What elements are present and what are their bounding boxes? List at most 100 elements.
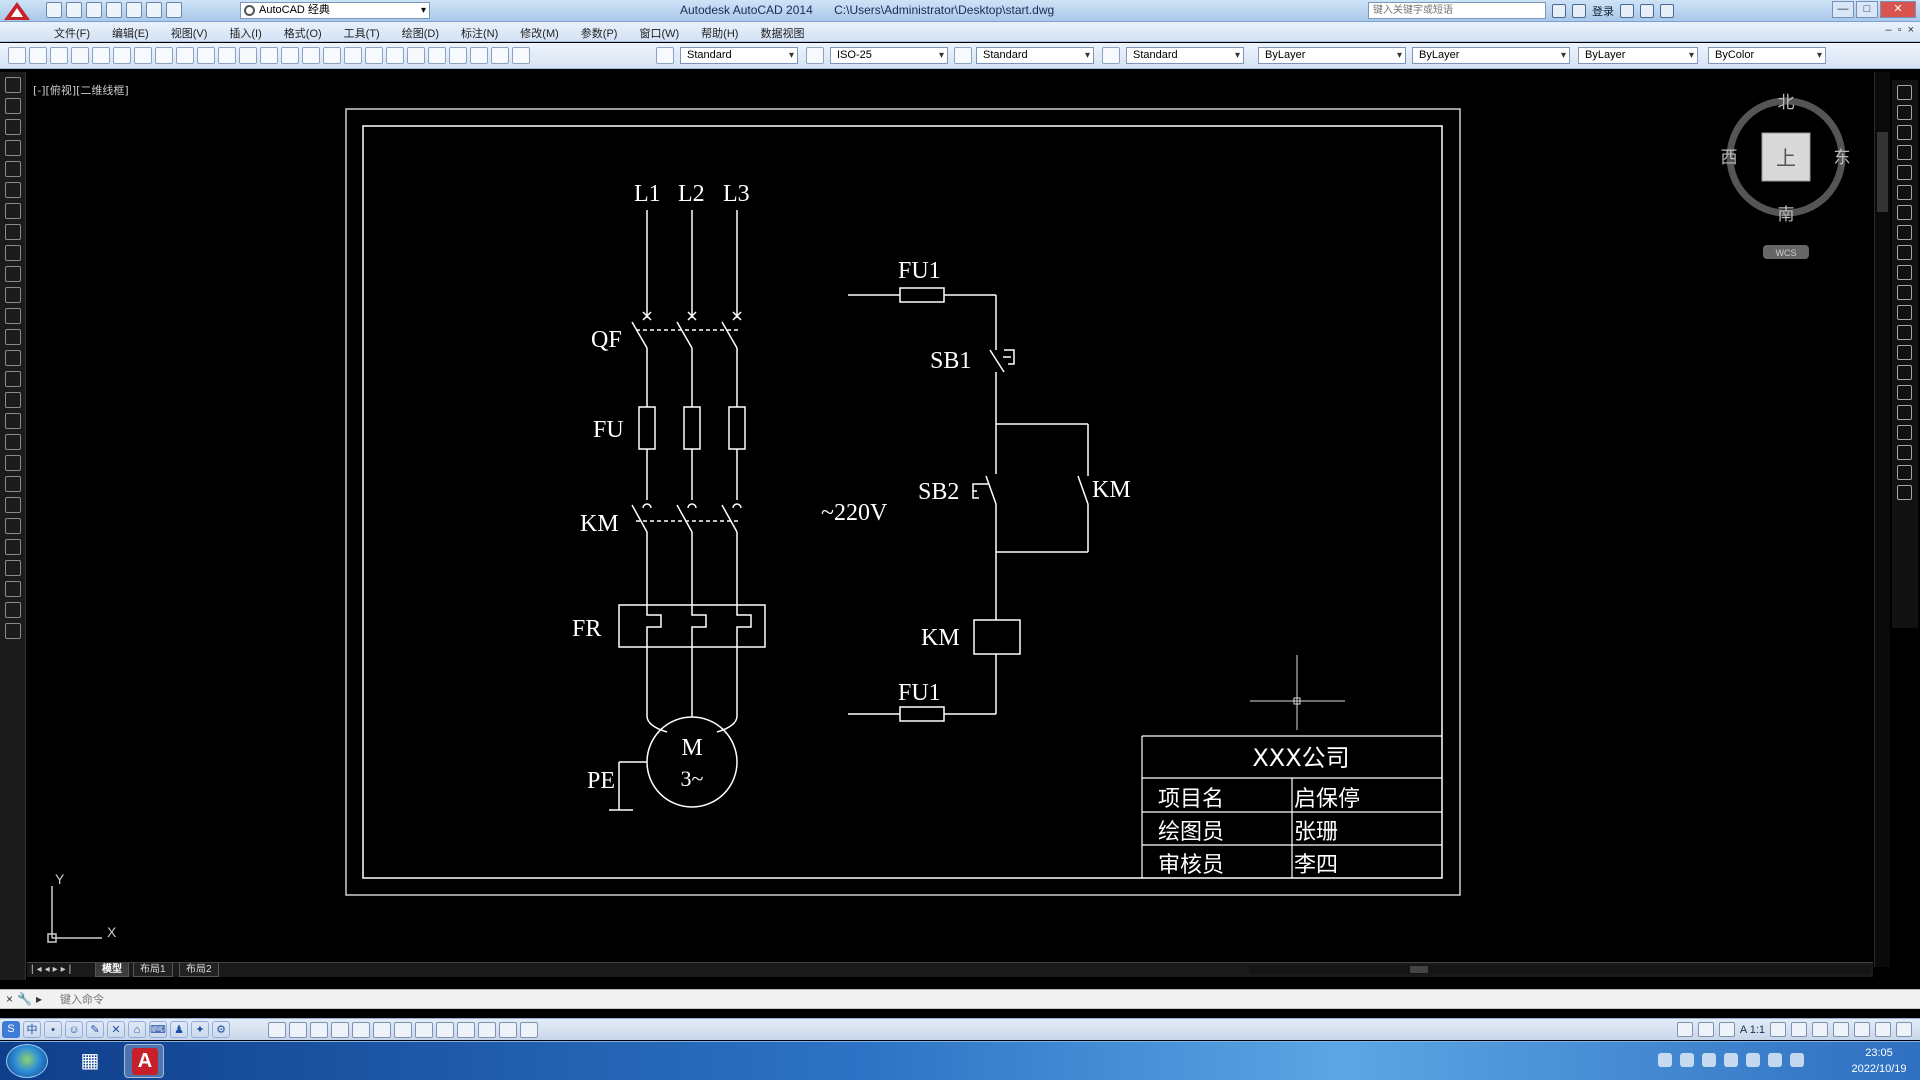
apps-grid-icon[interactable]: ▦ <box>76 1048 104 1074</box>
linetype-dropdown[interactable]: ByLayer <box>1412 47 1570 64</box>
zoom-previous-icon[interactable] <box>365 47 383 64</box>
lock-icon[interactable] <box>1833 1022 1849 1037</box>
doc-close-button[interactable]: × <box>1908 24 1914 36</box>
horizontal-scrollbar-thumb[interactable] <box>1410 966 1428 973</box>
viewcube[interactable]: 上 北 南 东 西 WCS <box>1721 93 1851 259</box>
zoom-realtime-icon[interactable] <box>323 47 341 64</box>
hatch-icon[interactable] <box>5 371 21 387</box>
menu-view[interactable]: 视图(V) <box>171 25 208 41</box>
rectangle-icon[interactable] <box>5 161 21 177</box>
table-icon[interactable] <box>5 434 21 450</box>
explode-icon[interactable] <box>1897 425 1912 440</box>
viewport-controls-label[interactable]: [-][俯视][二维线框] <box>33 82 129 98</box>
qnew-icon[interactable] <box>8 47 26 64</box>
array-right-icon[interactable] <box>1897 165 1912 180</box>
trim-icon[interactable] <box>1897 265 1912 280</box>
quick-view-layouts-icon[interactable] <box>1697 1022 1714 1037</box>
scale-icon[interactable] <box>1897 225 1912 240</box>
offset-right-icon[interactable] <box>1897 145 1912 160</box>
arc-icon[interactable] <box>5 182 21 198</box>
open-icon[interactable] <box>29 47 47 64</box>
start-button[interactable] <box>6 1044 48 1078</box>
open-file-icon[interactable] <box>66 2 82 18</box>
blend-curves-icon[interactable] <box>1897 405 1912 420</box>
fillet-icon[interactable] <box>1897 385 1912 400</box>
horizontal-scrollbar[interactable] <box>1250 965 1870 974</box>
draworder-icon[interactable] <box>1897 445 1912 460</box>
quick-view-drawings-icon[interactable] <box>1718 1022 1735 1037</box>
array-icon[interactable] <box>5 581 21 597</box>
dim-aligned-icon[interactable] <box>1897 485 1912 500</box>
mirror-icon[interactable] <box>5 539 21 555</box>
break-icon[interactable] <box>1897 325 1912 340</box>
copy-object-icon[interactable] <box>5 518 21 534</box>
isolate-objects-icon[interactable] <box>1875 1022 1891 1037</box>
annotation-visibility-icon[interactable] <box>1770 1022 1786 1037</box>
model-space-icon[interactable] <box>1676 1022 1693 1037</box>
object-snap-toggle[interactable] <box>352 1022 370 1038</box>
doc-minimize-button[interactable]: – <box>1886 24 1892 36</box>
selection-cycling-toggle[interactable] <box>520 1022 538 1038</box>
help-search-input[interactable] <box>1368 2 1546 19</box>
menu-help[interactable]: 帮助(H) <box>701 25 738 41</box>
tray-app-icon[interactable] <box>1768 1053 1782 1067</box>
tray-network-icon[interactable] <box>1790 1053 1804 1067</box>
annotation-scale[interactable]: A 1:1 <box>1740 1024 1765 1036</box>
properties-icon[interactable] <box>386 47 404 64</box>
match-properties-icon[interactable] <box>218 47 236 64</box>
dim-style-dropdown[interactable]: ISO-25 <box>830 47 948 64</box>
region-icon[interactable] <box>5 413 21 429</box>
dim-linear-icon[interactable] <box>1897 465 1912 480</box>
zoom-window-icon[interactable] <box>344 47 362 64</box>
tab-layout1[interactable]: 布局1 <box>133 963 173 977</box>
viewcube-west[interactable]: 西 <box>1721 148 1738 168</box>
save-as-icon[interactable] <box>106 2 122 18</box>
table-style-dropdown[interactable]: Standard <box>976 47 1094 64</box>
auto-scale-icon[interactable] <box>1791 1022 1807 1037</box>
tray-ime-icon[interactable] <box>1658 1053 1672 1067</box>
binoculars-icon[interactable] <box>1552 4 1566 18</box>
redo-toolbar-icon[interactable] <box>281 47 299 64</box>
extend-icon[interactable] <box>1897 285 1912 300</box>
polyline-icon[interactable] <box>5 119 21 135</box>
new-file-icon[interactable] <box>46 2 62 18</box>
sign-in-link[interactable]: 登录 <box>1592 3 1614 19</box>
print-icon[interactable] <box>71 47 89 64</box>
point-icon[interactable] <box>5 350 21 366</box>
quick-properties-toggle[interactable] <box>499 1022 517 1038</box>
multileader-style-dropdown[interactable]: Standard <box>1126 47 1244 64</box>
user-icon[interactable] <box>1572 4 1586 18</box>
maximize-button[interactable]: □ <box>1856 1 1878 18</box>
revision-cloud-icon[interactable] <box>5 224 21 240</box>
plot-preview-icon[interactable] <box>92 47 110 64</box>
a360-icon[interactable] <box>1640 4 1654 18</box>
table-style-icon[interactable] <box>954 47 972 64</box>
spline-icon[interactable] <box>5 245 21 261</box>
insert-block-icon[interactable] <box>5 308 21 324</box>
viewcube-south[interactable]: 南 <box>1778 205 1795 225</box>
undo-icon[interactable] <box>146 2 162 18</box>
menu-edit[interactable]: 编辑(E) <box>112 25 149 41</box>
markup-icon[interactable] <box>470 47 488 64</box>
exchange-icon[interactable] <box>1620 4 1634 18</box>
copy-right-icon[interactable] <box>1897 105 1912 120</box>
sheet-set-icon[interactable] <box>449 47 467 64</box>
pan-icon[interactable] <box>302 47 320 64</box>
menu-dimension[interactable]: 标注(N) <box>461 25 498 41</box>
menu-format[interactable]: 格式(O) <box>284 25 322 41</box>
make-block-icon[interactable] <box>5 329 21 345</box>
plot-icon[interactable] <box>126 2 142 18</box>
close-button[interactable]: ✕ <box>1880 1 1916 18</box>
grid-display-toggle[interactable] <box>289 1022 307 1038</box>
tab-navigation-arrows[interactable]: |◂◂▸▸| <box>31 964 74 975</box>
break-at-point-icon[interactable] <box>1897 305 1912 320</box>
tray-network-app-icon[interactable] <box>1680 1053 1694 1067</box>
dynamic-input-toggle[interactable] <box>436 1022 454 1038</box>
tab-model[interactable]: 模型 <box>95 963 129 977</box>
multiline-text-icon[interactable] <box>5 455 21 471</box>
plot-style-dropdown[interactable]: ByColor <box>1708 47 1826 64</box>
tool-palettes-icon[interactable] <box>428 47 446 64</box>
redo-icon[interactable] <box>166 2 182 18</box>
undo-toolbar-icon[interactable] <box>260 47 278 64</box>
snap-mode-toggle[interactable] <box>268 1022 286 1038</box>
